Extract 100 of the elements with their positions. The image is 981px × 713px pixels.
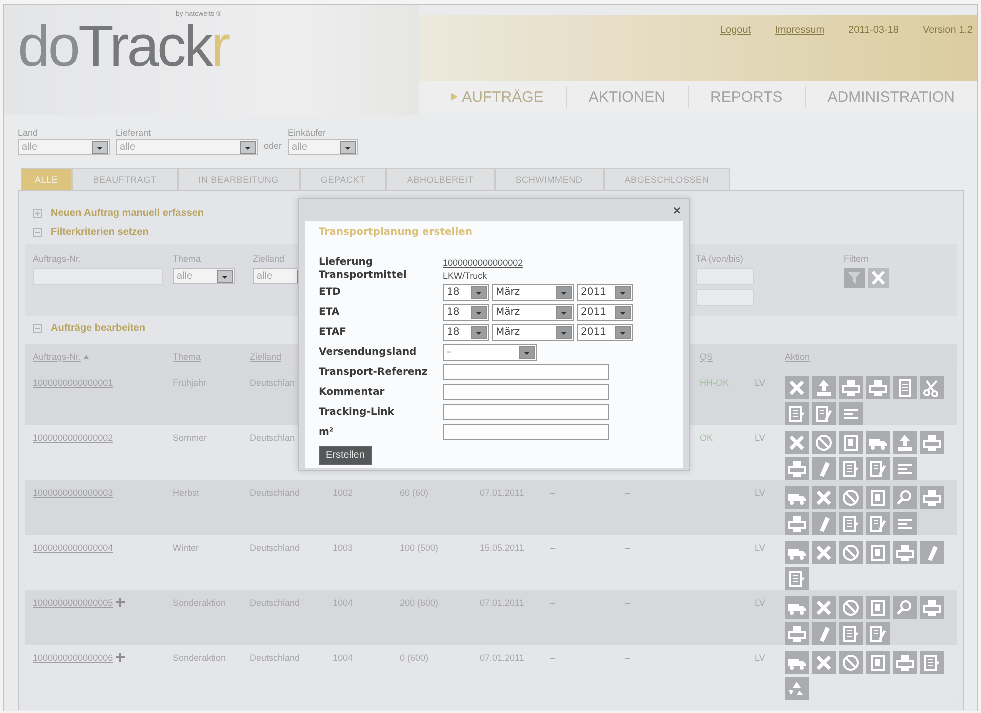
prohibited-icon[interactable] (839, 486, 863, 509)
printer-icon[interactable] (920, 486, 944, 509)
close-button[interactable]: × (671, 202, 683, 218)
cross-icon[interactable] (812, 651, 836, 674)
input-field[interactable] (696, 289, 754, 306)
document-icon[interactable] (866, 486, 890, 509)
dropdown[interactable]: 18 (443, 284, 489, 300)
search-icon[interactable] (893, 486, 917, 509)
order-link[interactable]: 1000000000000002 (33, 433, 114, 443)
input-field[interactable] (443, 384, 609, 400)
truck-icon[interactable] (866, 431, 890, 454)
document-icon[interactable] (866, 651, 890, 674)
dropdown[interactable]: 18 (443, 324, 489, 340)
section-link[interactable]: Filterkriterien setzen (51, 227, 149, 238)
order-link[interactable]: 1000000000000006 (33, 653, 114, 663)
pencil-icon[interactable] (812, 457, 836, 480)
cross-icon[interactable] (785, 431, 809, 454)
note-icon[interactable] (785, 402, 809, 425)
funnel-icon[interactable] (844, 268, 865, 288)
printer-icon[interactable] (893, 651, 917, 674)
dropdown[interactable]: alle (288, 139, 358, 155)
cross-icon[interactable] (812, 541, 836, 564)
order-link[interactable]: 1000000000000003 (33, 488, 114, 498)
expand-icon[interactable] (33, 209, 42, 218)
recycle-icon[interactable] (785, 677, 809, 700)
form-icon[interactable] (866, 512, 890, 535)
truck-icon[interactable] (785, 596, 809, 619)
cross-icon[interactable] (785, 376, 809, 399)
dropdown[interactable]: 18 (443, 304, 489, 320)
prohibited-icon[interactable] (812, 431, 836, 454)
input-field[interactable] (33, 268, 163, 285)
order-link[interactable]: 1000000000000004 (33, 543, 114, 553)
create-button[interactable]: Erstellen (319, 446, 372, 465)
upload-icon[interactable] (812, 376, 836, 399)
dropdown[interactable]: alle (173, 268, 235, 284)
dropdown[interactable]: März (492, 284, 574, 300)
dropdown[interactable]: 2011 (577, 324, 633, 340)
prohibited-icon[interactable] (839, 541, 863, 564)
collapse-icon[interactable] (33, 228, 42, 237)
note-icon[interactable] (920, 651, 944, 674)
document-icon[interactable] (866, 541, 890, 564)
nav-item[interactable]: AKTIONEN (566, 86, 689, 108)
header-link[interactable]: Impressum (775, 25, 825, 36)
dropdown[interactable]: alle (116, 139, 258, 155)
header-link[interactable]: Logout (720, 25, 752, 36)
form-icon[interactable] (866, 457, 890, 480)
dropdown[interactable]: – (443, 344, 537, 360)
section-link[interactable]: Neuen Auftrag manuell erfassen (51, 208, 204, 219)
input-field[interactable] (696, 268, 754, 285)
section-link[interactable]: Aufträge bearbeiten (51, 323, 146, 334)
list-icon[interactable] (893, 512, 917, 535)
form-icon[interactable] (812, 402, 836, 425)
printer-icon[interactable] (785, 512, 809, 535)
document-icon[interactable] (866, 596, 890, 619)
close-icon[interactable] (868, 268, 889, 288)
printer-icon[interactable] (839, 376, 863, 399)
scissors-icon[interactable] (920, 376, 944, 399)
dropdown[interactable]: 2011 (577, 284, 633, 300)
list-icon[interactable] (893, 457, 917, 480)
cross-icon[interactable] (812, 486, 836, 509)
note-icon[interactable] (839, 457, 863, 480)
prohibited-icon[interactable] (839, 596, 863, 619)
printer-icon[interactable] (866, 376, 890, 399)
dropdown[interactable]: 2011 (577, 304, 633, 320)
prohibited-icon[interactable] (839, 651, 863, 674)
cross-icon[interactable] (812, 596, 836, 619)
order-link[interactable]: 1000000000000001 (33, 378, 114, 388)
note-icon[interactable] (839, 622, 863, 645)
delivery-link[interactable]: 1000000000000002 (443, 258, 524, 268)
sort-icon[interactable] (84, 355, 90, 359)
form-icon[interactable] (866, 622, 890, 645)
truck-icon[interactable] (785, 486, 809, 509)
nav-item[interactable]: ADMINISTRATION (806, 86, 977, 108)
upload-icon[interactable] (893, 431, 917, 454)
truck-icon[interactable] (785, 651, 809, 674)
printer-icon[interactable] (920, 596, 944, 619)
search-icon[interactable] (893, 596, 917, 619)
printer-icon[interactable] (785, 457, 809, 480)
input-field[interactable] (443, 424, 609, 440)
collapse-icon[interactable] (33, 324, 42, 333)
input-field[interactable] (443, 404, 609, 420)
dropdown[interactable]: März (492, 324, 574, 340)
nav-item[interactable]: AUFTRÄGE (429, 86, 567, 108)
nav-item[interactable]: REPORTS (688, 86, 806, 108)
list-icon[interactable] (839, 402, 863, 425)
input-field[interactable] (443, 364, 609, 380)
sheet-icon[interactable] (893, 376, 917, 399)
pencil-icon[interactable] (920, 541, 944, 564)
truck-icon[interactable] (785, 541, 809, 564)
dropdown[interactable]: alle (18, 139, 110, 155)
note-icon[interactable] (785, 567, 809, 590)
dropdown[interactable]: März (492, 304, 574, 320)
printer-icon[interactable] (785, 622, 809, 645)
note-icon[interactable] (839, 512, 863, 535)
pencil-icon[interactable] (812, 512, 836, 535)
printer-icon[interactable] (920, 431, 944, 454)
pencil-icon[interactable] (812, 622, 836, 645)
document-icon[interactable] (839, 431, 863, 454)
printer-icon[interactable] (893, 541, 917, 564)
status-tab[interactable]: ALLE (21, 168, 72, 190)
